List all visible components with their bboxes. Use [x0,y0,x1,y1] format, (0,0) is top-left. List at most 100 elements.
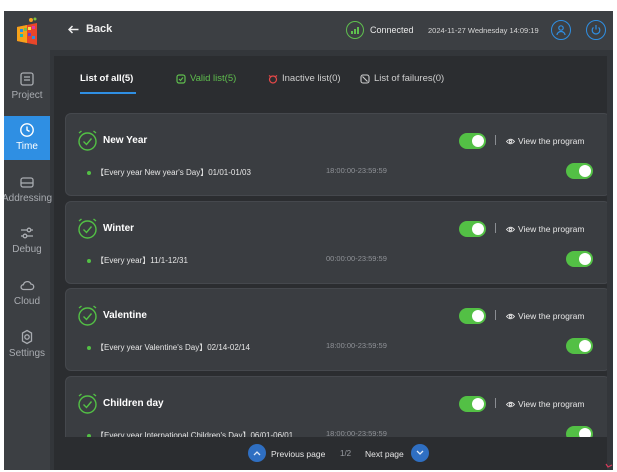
eye-icon [506,401,515,407]
previous-page-link[interactable]: Previous page [271,449,325,459]
view-program-label: View the program [518,399,585,409]
status-dot [87,258,91,263]
chevron-down-icon [416,450,424,455]
clock-icon [20,123,34,137]
arrow-left-icon [68,24,79,34]
view-program-link[interactable]: View the program [506,224,584,234]
sidebar: Project Time Addressing Debug Cloud Sett… [4,11,53,470]
chevron-up-icon [253,451,261,456]
project-icon [20,72,34,86]
divider [495,223,496,233]
schedule-rule: 【Every year New year's Day】01/01-01/03 [87,167,251,178]
next-page-button[interactable] [411,444,429,462]
time-range: 00:00:00-23:59:59 [326,254,387,263]
page-indicator: 1/2 [340,449,352,458]
tab-bar: List of all(5) Valid list(5) Inactive li… [54,56,607,98]
rule-toggle[interactable] [566,251,593,267]
schedule-rule: 【Every year】11/1-12/31 [87,255,188,266]
program-toggle[interactable] [459,396,486,412]
tab-valid-list[interactable]: Valid list(5) [176,73,236,84]
sidebar-item-label: Cloud [13,296,41,307]
card-title: New Year [103,135,148,146]
eye-icon [506,313,515,319]
sidebar-item-label: Settings [8,348,46,359]
view-program-link[interactable]: View the program [506,136,584,146]
rule-text: 【Every year】11/1-12/31 [96,256,188,265]
sidebar-item-time[interactable]: Time [4,116,50,160]
alarm-check-icon [78,218,97,239]
time-range: 18:00:00-23:59:59 [326,166,387,175]
alarm-off-icon [268,74,278,84]
sidebar-item-label: Project [11,90,43,101]
card-title: Valentine [103,310,147,321]
app-window: Project Time Addressing Debug Cloud Sett… [4,11,613,470]
tab-failures-list[interactable]: List of failures(0) [360,73,444,84]
divider [495,135,496,145]
failure-icon [360,73,370,84]
view-program-label: View the program [518,136,585,146]
eye-icon [506,226,515,232]
cloud-icon [20,280,35,291]
view-program-label: View the program [518,311,585,321]
schedule-card: Valentine View the program 【Every year V… [65,288,607,371]
schedule-rule: 【Every year Valentine's Day】02/14-02/14 [87,342,250,353]
alarm-check-icon [78,305,97,326]
tab-label: List of all(5) [80,73,134,84]
top-header: Back Connected 2024-11-27 Wednesday 14:0… [50,11,613,50]
tab-label: List of failures(0) [374,73,445,84]
user-icon [556,25,566,36]
user-button[interactable] [551,20,571,40]
next-page-link[interactable]: Next page [365,449,404,459]
rule-toggle[interactable] [566,163,593,179]
schedule-card: New Year View the program 【Every year Ne… [65,113,607,196]
tab-label: Valid list(5) [190,73,237,84]
check-shield-icon [176,73,186,84]
gear-icon [21,329,33,345]
status-dot [87,170,91,175]
program-toggle[interactable] [459,133,486,149]
power-button[interactable] [586,20,606,40]
sidebar-item-cloud[interactable]: Cloud [4,271,50,315]
app-logo [17,17,37,45]
back-label: Back [86,23,113,35]
alarm-check-icon [78,393,97,414]
sidebar-item-debug[interactable]: Debug [4,219,50,263]
schedule-card: Winter View the program 【Every year】11/1… [65,201,607,284]
rule-text: 【Every year Valentine's Day】02/14-02/14 [96,343,250,352]
sidebar-item-label: Time [16,141,38,152]
back-button[interactable]: Back [68,23,112,35]
status-dot [87,345,91,350]
pagination: Previous page 1/2 Next page [54,437,607,470]
sidebar-item-addressing[interactable]: Addressing [4,168,53,212]
program-toggle[interactable] [459,308,486,324]
schedule-list-panel: List of all(5) Valid list(5) Inactive li… [54,56,607,470]
resize-corner-icon [605,463,613,468]
card-title: Children day [103,398,164,409]
sidebar-item-settings[interactable]: Settings [4,323,50,367]
tab-label: Inactive list(0) [282,73,341,84]
addressing-icon [20,177,34,188]
sidebar-item-label: Addressing [4,193,53,204]
card-title: Winter [103,223,135,234]
alarm-check-icon [78,130,97,151]
connection-status: Connected [370,25,414,35]
tab-inactive-list[interactable]: Inactive list(0) [268,73,341,84]
datetime: 2024-11-27 Wednesday 14:09:19 [428,26,539,35]
signal-icon [346,21,364,39]
eye-icon [506,138,515,144]
view-program-link[interactable]: View the program [506,311,584,321]
time-range: 18:00:00-23:59:59 [326,341,387,350]
sidebar-item-label: Debug [12,244,42,255]
power-icon [591,25,601,35]
divider [495,398,496,408]
view-program-label: View the program [518,224,585,234]
sidebar-item-project[interactable]: Project [4,65,50,109]
tab-list-all[interactable]: List of all(5) [80,73,133,84]
view-program-link[interactable]: View the program [506,399,584,409]
rule-toggle[interactable] [566,338,593,354]
sliders-icon [21,227,33,239]
program-toggle[interactable] [459,221,486,237]
active-tab-indicator [80,92,136,94]
previous-page-button[interactable] [248,444,266,462]
divider [495,310,496,320]
